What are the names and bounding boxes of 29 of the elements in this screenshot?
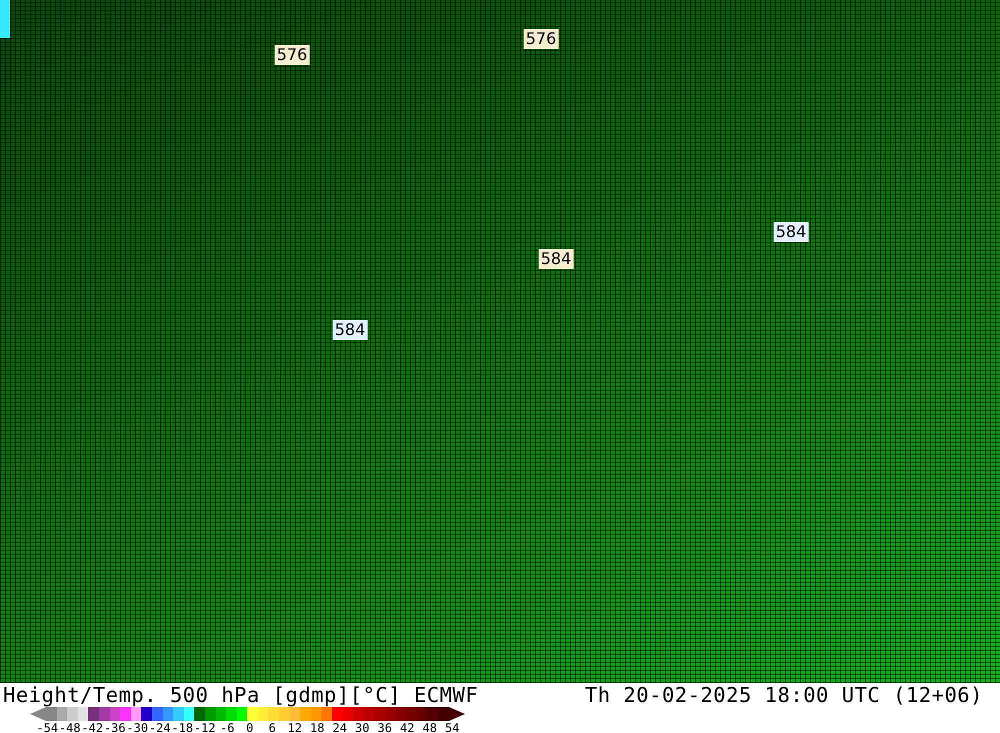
legend-tick-label: 42 (399, 721, 416, 733)
contour-label: 584 (332, 320, 368, 340)
legend-tick-label: 18 (309, 721, 326, 733)
legend-tick-label: 48 (422, 721, 438, 733)
legend-tick-label: -36 (104, 721, 126, 733)
legend-tick-label: -54 (36, 721, 58, 733)
legend-tick-label: 54 (444, 721, 460, 733)
contour-label: 584 (774, 222, 808, 242)
cold-region-patch (0, 0, 10, 38)
legend-tick-label: 0 (245, 721, 254, 733)
contour-label: 584 (538, 248, 574, 269)
legend-tick-label: -24 (148, 721, 171, 733)
legend-tick-label: 6 (268, 721, 277, 733)
legend-tick-label: 36 (376, 721, 393, 733)
legend-tick-label: -12 (194, 721, 216, 733)
legend-tick-label: -42 (81, 721, 104, 733)
right-arrow-icon (448, 707, 465, 721)
chart-title: Height/Temp. 500 hPa [gdmp][°C] ECMWF (3, 683, 478, 707)
legend-tick-label: -18 (171, 721, 194, 733)
contour-label: 576 (524, 28, 558, 49)
legend-tick-label: -6 (219, 721, 236, 733)
contour-label: 576 (274, 44, 310, 65)
left-arrow-icon (30, 707, 46, 721)
legend-tick-label: 12 (286, 721, 303, 733)
legend-tick-label: -30 (126, 721, 148, 733)
legend-tick-label: 30 (354, 721, 370, 733)
legend-tick-label: 24 (332, 721, 348, 733)
valid-time: Th 20-02-2025 18:00 UTC (12+06) (584, 683, 983, 707)
legend-tick-label: -48 (58, 721, 81, 733)
